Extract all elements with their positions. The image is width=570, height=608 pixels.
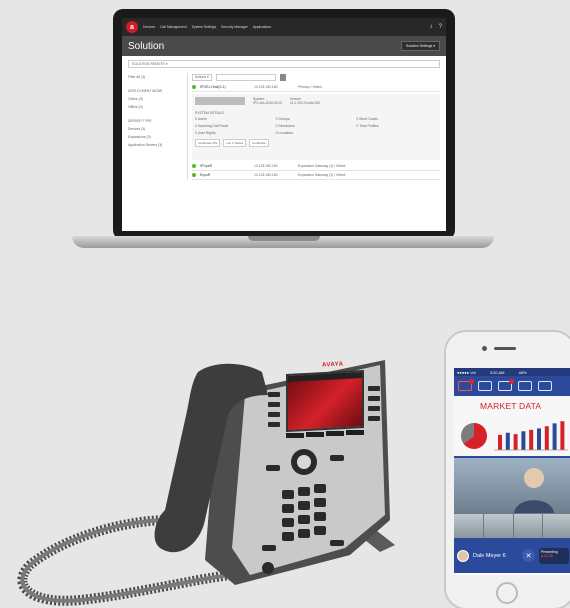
softkey[interactable] (326, 431, 344, 436)
line-key[interactable] (368, 386, 380, 391)
microphone-icon[interactable]: ✕ (522, 549, 535, 562)
video-thumbnail[interactable] (513, 514, 543, 538)
softkey[interactable] (346, 430, 364, 435)
ok-button[interactable] (297, 455, 311, 469)
key-3[interactable] (314, 484, 326, 493)
battery-level: 48% (518, 369, 527, 375)
key-8[interactable] (298, 515, 310, 524)
chart-bar (498, 434, 502, 450)
phone-display-header (288, 372, 362, 382)
main-video-feed[interactable] (454, 458, 570, 513)
front-camera (482, 346, 487, 351)
carrier-signal: ●●●●● Voi (457, 369, 476, 375)
line-key[interactable] (268, 402, 280, 407)
speaker-icon[interactable] (538, 381, 552, 391)
avatar (457, 549, 469, 562)
key-6[interactable] (314, 498, 326, 507)
function-key[interactable] (266, 465, 280, 471)
clock: 3:20 AM (489, 369, 505, 375)
chart-bar (544, 426, 549, 450)
smartphone-display: ●●●●● Voi 3:20 AM 48% MARKET DATA Dale M… (454, 368, 570, 575)
key-2[interactable] (298, 487, 310, 496)
line-key[interactable] (268, 422, 280, 427)
key-0[interactable] (298, 529, 310, 538)
product-showcase: a Devices Call Management System Setting… (0, 0, 570, 608)
bar-chart (498, 421, 565, 450)
chart-bar (505, 432, 510, 450)
video-thumbnail[interactable] (543, 514, 570, 538)
softkey[interactable] (306, 432, 324, 437)
chart-bar (529, 429, 534, 450)
speaker-key[interactable] (262, 545, 276, 551)
video-thumbnail[interactable] (454, 514, 483, 538)
video-area: Dale Meyer 6 ✕ Presenting ● 01:25 (454, 458, 570, 573)
softkey[interactable] (286, 433, 304, 438)
chat-icon[interactable] (498, 379, 514, 391)
key-9[interactable] (314, 512, 326, 521)
chart-bar (560, 421, 565, 450)
shared-content: MARKET DATA (454, 396, 570, 458)
line-key[interactable] (268, 412, 280, 417)
recording-timer: ● 01:25 (541, 553, 553, 558)
smartphone: ●●●●● Voi 3:20 AM 48% MARKET DATA Dale M… (444, 330, 570, 608)
line-key[interactable] (368, 416, 380, 421)
market-chart (461, 421, 568, 451)
earpiece-speaker (494, 347, 516, 350)
key-star[interactable] (282, 532, 294, 541)
key-5[interactable] (298, 501, 310, 510)
participant-silhouette (514, 468, 554, 513)
leave-call-icon[interactable] (458, 379, 474, 391)
key-4[interactable] (282, 504, 294, 513)
caller-bar: Dale Meyer 6 ✕ Presenting ● 01:25 (454, 538, 570, 573)
line-key[interactable] (368, 396, 380, 401)
line-key[interactable] (368, 406, 380, 411)
home-button[interactable] (496, 582, 518, 604)
status-bar: ●●●●● Voi 3:20 AM 48% (454, 368, 570, 376)
avaya-key[interactable] (262, 562, 274, 574)
participants-icon[interactable] (478, 381, 492, 391)
phone-brand-label: AVAYA (321, 361, 344, 369)
presenting-status: Presenting ● 01:25 (539, 547, 569, 564)
meeting-toolbar (454, 376, 570, 396)
key-7[interactable] (282, 518, 294, 527)
thumbnail-strip (454, 514, 570, 538)
chart-bar (521, 431, 526, 450)
caller-name: Dale Meyer 6 (473, 552, 506, 559)
key-1[interactable] (282, 490, 294, 499)
line-key[interactable] (268, 392, 280, 397)
pie-chart (461, 423, 487, 449)
mute-key[interactable] (330, 540, 344, 546)
chart-bar (552, 423, 557, 450)
key-hash[interactable] (314, 526, 326, 535)
function-key[interactable] (330, 455, 344, 461)
chart-bar (537, 428, 541, 450)
share-icon[interactable] (518, 381, 532, 391)
chart-bar (513, 434, 518, 450)
phone-display (286, 369, 364, 433)
video-thumbnail[interactable] (483, 514, 513, 538)
